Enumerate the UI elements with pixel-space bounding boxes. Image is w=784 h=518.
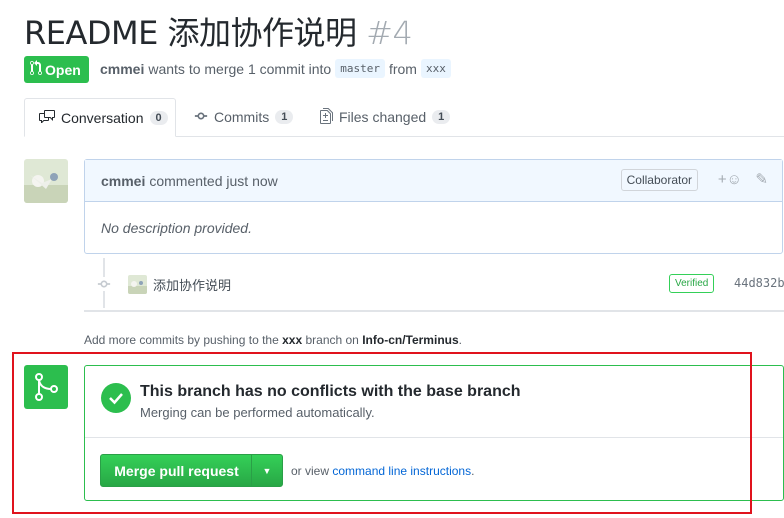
author-link[interactable]: cmmei bbox=[100, 61, 144, 77]
file-diff-icon bbox=[320, 107, 333, 127]
git-commit-icon bbox=[194, 109, 208, 126]
pr-title-text: README 添加协作说明 bbox=[24, 14, 357, 52]
tab-counter: 0 bbox=[149, 110, 168, 125]
note-middle: branch on bbox=[305, 333, 359, 347]
commit-message[interactable]: 添加协作说明 bbox=[153, 275, 231, 294]
tab-label: Conversation bbox=[61, 109, 144, 126]
comment-author[interactable]: cmmei bbox=[101, 173, 145, 189]
head-branch[interactable]: xxx bbox=[420, 59, 451, 78]
tab-commits[interactable]: Commits 1 bbox=[180, 98, 307, 136]
note-prefix: Add more commits by pushing to the bbox=[84, 333, 279, 347]
state-label: Open bbox=[45, 61, 81, 78]
meta-text: wants to merge 1 commit into bbox=[148, 60, 332, 77]
verified-badge[interactable]: Verified bbox=[669, 274, 715, 293]
note-branch: xxx bbox=[282, 333, 303, 347]
tab-label: Commits bbox=[214, 109, 270, 125]
tab-counter: 1 bbox=[432, 110, 451, 124]
comment-discussion-icon bbox=[39, 109, 55, 126]
pr-title: README 添加协作说明 #4 bbox=[24, 8, 413, 54]
state-badge: Open bbox=[24, 56, 89, 83]
note-repo: Info-cn/Terminus bbox=[362, 333, 459, 347]
avatar[interactable] bbox=[24, 159, 68, 203]
tab-conversation[interactable]: Conversation 0 bbox=[24, 98, 176, 137]
add-commits-note: Add more commits by pushing to the xxx b… bbox=[84, 333, 462, 347]
commit-avatar[interactable] bbox=[128, 275, 147, 294]
pencil-icon[interactable]: ✎ bbox=[755, 170, 768, 188]
comment-body: No description provided. bbox=[101, 220, 252, 236]
from-text: from bbox=[388, 60, 417, 77]
collaborator-badge: Collaborator bbox=[620, 169, 698, 191]
comment-box: cmmei commented just now Collaborator +☺… bbox=[84, 159, 783, 254]
git-pull-request-icon bbox=[30, 60, 42, 79]
pr-number: #4 bbox=[366, 14, 413, 52]
tab-label: Files changed bbox=[339, 109, 427, 125]
tab-counter: 1 bbox=[275, 110, 294, 124]
git-commit-icon bbox=[97, 277, 111, 291]
comment-action: commented just now bbox=[149, 172, 278, 189]
commit-sha[interactable]: 44d832b bbox=[734, 276, 784, 290]
note-suffix: . bbox=[458, 333, 462, 347]
tab-files-changed[interactable]: Files changed 1 bbox=[306, 98, 464, 136]
highlight-box bbox=[12, 352, 752, 514]
timeline-divider bbox=[84, 310, 784, 312]
add-reaction-icon[interactable]: +☺ bbox=[718, 171, 742, 188]
base-branch[interactable]: master bbox=[335, 59, 385, 78]
pr-meta: cmmei wants to merge 1 commit into maste… bbox=[100, 59, 451, 78]
